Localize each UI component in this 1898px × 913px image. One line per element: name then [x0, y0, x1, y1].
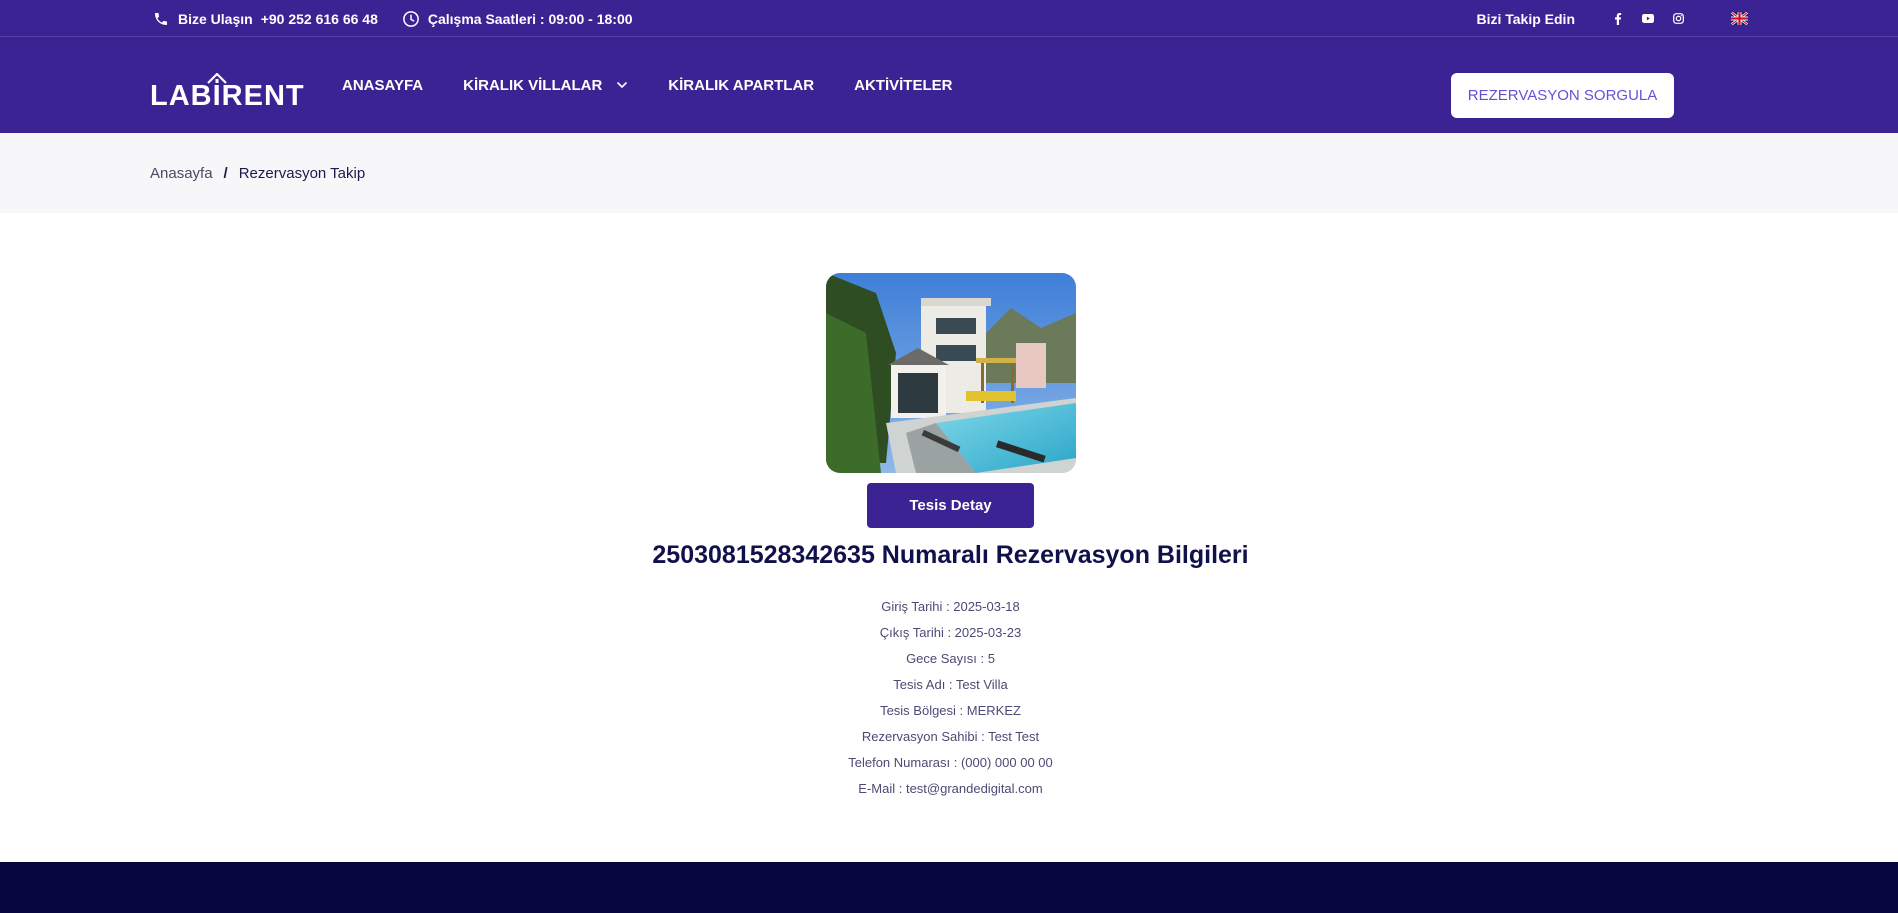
phone-number: Telefon Numarası : (000) 000 00 00 [848, 755, 1053, 770]
footer [0, 862, 1898, 913]
nav-item-label: KİRALIK VİLLALAR [463, 76, 603, 94]
breadcrumb-home-link[interactable]: Anasayfa [150, 165, 213, 182]
house-icon [206, 71, 228, 90]
breadcrumb-current: Rezervasyon Takip [238, 164, 366, 182]
nav-item-kiralik-apartlar[interactable]: KİRALIK APARTLAR [668, 77, 814, 94]
nav-item-kiralik-villalar[interactable]: KİRALIK VİLLALAR [463, 77, 628, 94]
breadcrumb: Anasayfa / Rezervasyon Takip [0, 133, 1898, 213]
night-count: Gece Sayısı : 5 [906, 651, 995, 666]
reservation-owner: Rezervasyon Sahibi : Test Test [861, 729, 1040, 744]
email: E-Mail : test@grandedigital.com [858, 781, 1043, 796]
reservation-section: Tesis Detay 2503081528342635 Numaralı Re… [0, 213, 1898, 862]
labirent-logo[interactable]: LABIRENT [150, 72, 305, 111]
instagram-icon[interactable] [1671, 12, 1685, 26]
breadcrumb-separator: / [223, 164, 228, 182]
contact-label: Bize Ulaşın [178, 10, 253, 27]
nav-item-anasayfa[interactable]: ANASAYFA [342, 77, 423, 94]
top-bar: Bize Ulaşın +90 252 616 66 48 Çalışma Sa… [0, 0, 1898, 37]
checkin-date: Giriş Tarihi : 2025-03-18 [881, 599, 1020, 614]
reservation-query-button[interactable]: REZERVASYON SORGULA [1451, 73, 1674, 118]
property-region: Tesis Bölgesi : MERKEZ [880, 703, 1021, 718]
phone-link[interactable]: +90 252 616 66 48 [261, 11, 378, 27]
villa-photo [826, 273, 1076, 473]
chevron-down-icon [616, 79, 628, 91]
property-name: Tesis Adı : Test Villa [893, 677, 1008, 692]
facebook-icon[interactable] [1611, 12, 1625, 26]
uk-flag-icon[interactable] [1730, 11, 1749, 26]
working-hours: Çalışma Saatleri : 09:00 - 18:00 [427, 10, 633, 27]
clock-icon [402, 10, 420, 28]
reservation-title: 2503081528342635 Numaralı Rezervasyon Bi… [652, 541, 1249, 569]
main-navbar: LABIRENT ANASAYFA KİRALIK VİLLALAR KİRAL… [0, 37, 1898, 133]
nav-item-aktiviteler[interactable]: AKTİVİTELER [854, 77, 952, 94]
reservation-info-list: Giriş Tarihi : 2025-03-18 Çıkış Tarihi :… [0, 594, 1898, 802]
youtube-icon[interactable] [1641, 12, 1655, 26]
main-menu: ANASAYFA KİRALIK VİLLALAR KİRALIK APARTL… [342, 37, 992, 133]
checkout-date: Çıkış Tarihi : 2025-03-23 [879, 625, 1022, 640]
property-detail-button[interactable]: Tesis Detay [867, 483, 1034, 528]
phone-icon [152, 10, 170, 28]
follow-label: Bizi Takip Edin [1476, 10, 1575, 27]
